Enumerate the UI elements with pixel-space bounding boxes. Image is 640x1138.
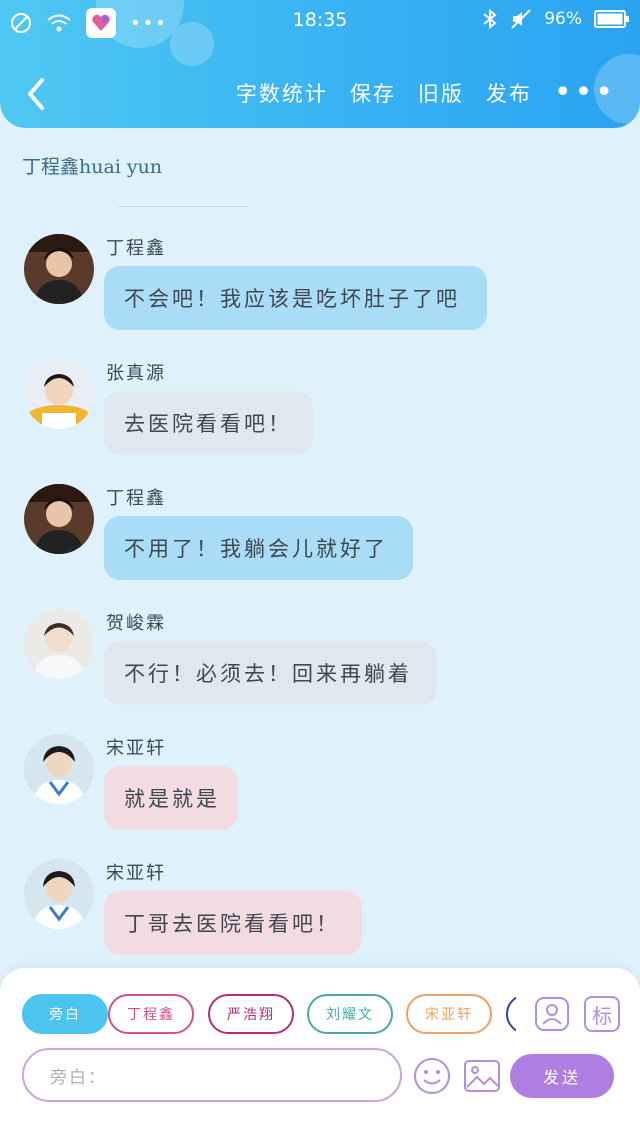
message-bubble[interactable]: 去医院看看吧！: [104, 391, 313, 455]
sender-name: 丁程鑫: [106, 488, 166, 509]
chip-partial[interactable]: [506, 994, 516, 1034]
avatar[interactable]: [24, 859, 94, 929]
sender-name: 张真源: [106, 363, 166, 384]
mute-icon: [511, 9, 531, 29]
battery-level: 96%: [544, 9, 582, 29]
bluetooth-icon: [483, 8, 497, 30]
avatar[interactable]: [24, 359, 94, 429]
mark-button[interactable]: 标: [584, 996, 620, 1032]
sender-name: 丁程鑫: [106, 238, 166, 259]
chip-yan-haoxiang[interactable]: 严浩翔: [208, 994, 294, 1034]
message-bubble[interactable]: 不行！必须去！回来再躺着: [104, 641, 437, 705]
sender-name: 宋亚轩: [106, 738, 166, 759]
message-bubble[interactable]: 不会吧！我应该是吃坏肚子了吧: [104, 266, 487, 330]
avatar[interactable]: [24, 609, 94, 679]
message-bubble[interactable]: 就是就是: [104, 766, 238, 830]
emoji-icon[interactable]: [412, 1056, 452, 1096]
avatar[interactable]: [24, 234, 94, 304]
old-version-button[interactable]: 旧版: [418, 78, 464, 108]
back-arrow-icon[interactable]: [22, 76, 52, 112]
battery-icon: [594, 10, 629, 28]
input-placeholder: 旁白：: [50, 1067, 107, 1088]
chat-message: 宋亚轩 丁哥去医院看看吧！: [0, 859, 640, 969]
avatar[interactable]: [24, 734, 94, 804]
chip-song-yaxuan[interactable]: 宋亚轩: [406, 994, 492, 1034]
save-button[interactable]: 保存: [350, 78, 396, 108]
nav-bar: 字数统计 保存 旧版 发布 •••: [0, 70, 640, 118]
avatar[interactable]: [24, 484, 94, 554]
message-bubble[interactable]: 丁哥去医院看看吧！: [104, 891, 362, 955]
top-header: ••• 18:35 96% 字数统计 保存 旧版 发布 •••: [0, 0, 640, 128]
mark-label: 标: [592, 1003, 612, 1028]
add-role-icon[interactable]: [534, 996, 570, 1032]
role-chip-list[interactable]: 旁白 丁程鑫 严浩翔 刘耀文 宋亚轩: [22, 992, 516, 1036]
chat-message: 丁程鑫 不会吧！我应该是吃坏肚子了吧: [0, 234, 640, 344]
image-icon[interactable]: [462, 1056, 502, 1096]
chat-message: 张真源 去医院看看吧！: [0, 359, 640, 469]
word-count-button[interactable]: 字数统计: [236, 78, 328, 108]
more-menu-button[interactable]: •••: [554, 78, 616, 108]
chat-message: 丁程鑫 不用了！我躺会儿就好了: [0, 484, 640, 594]
divider: [118, 206, 248, 207]
message-input[interactable]: 旁白：: [22, 1048, 402, 1102]
chip-narration[interactable]: 旁白: [22, 994, 108, 1034]
publish-button[interactable]: 发布: [486, 78, 532, 108]
status-bar: ••• 18:35 96%: [0, 0, 640, 44]
chip-liu-yaowen[interactable]: 刘耀文: [307, 994, 393, 1034]
sender-name: 贺峻霖: [106, 613, 166, 634]
composer-panel: 旁白 丁程鑫 严浩翔 刘耀文 宋亚轩 标 旁白： 发送: [0, 968, 640, 1138]
send-button[interactable]: 发送: [510, 1054, 614, 1098]
chat-message: 贺峻霖 不行！必须去！回来再躺着: [0, 609, 640, 719]
chat-message: 宋亚轩 就是就是: [0, 734, 640, 844]
sender-name: 宋亚轩: [106, 863, 166, 884]
story-title: 丁程鑫huai yun: [22, 156, 163, 178]
message-bubble[interactable]: 不用了！我躺会儿就好了: [104, 516, 413, 580]
chip-ding-chengxin[interactable]: 丁程鑫: [108, 994, 194, 1034]
